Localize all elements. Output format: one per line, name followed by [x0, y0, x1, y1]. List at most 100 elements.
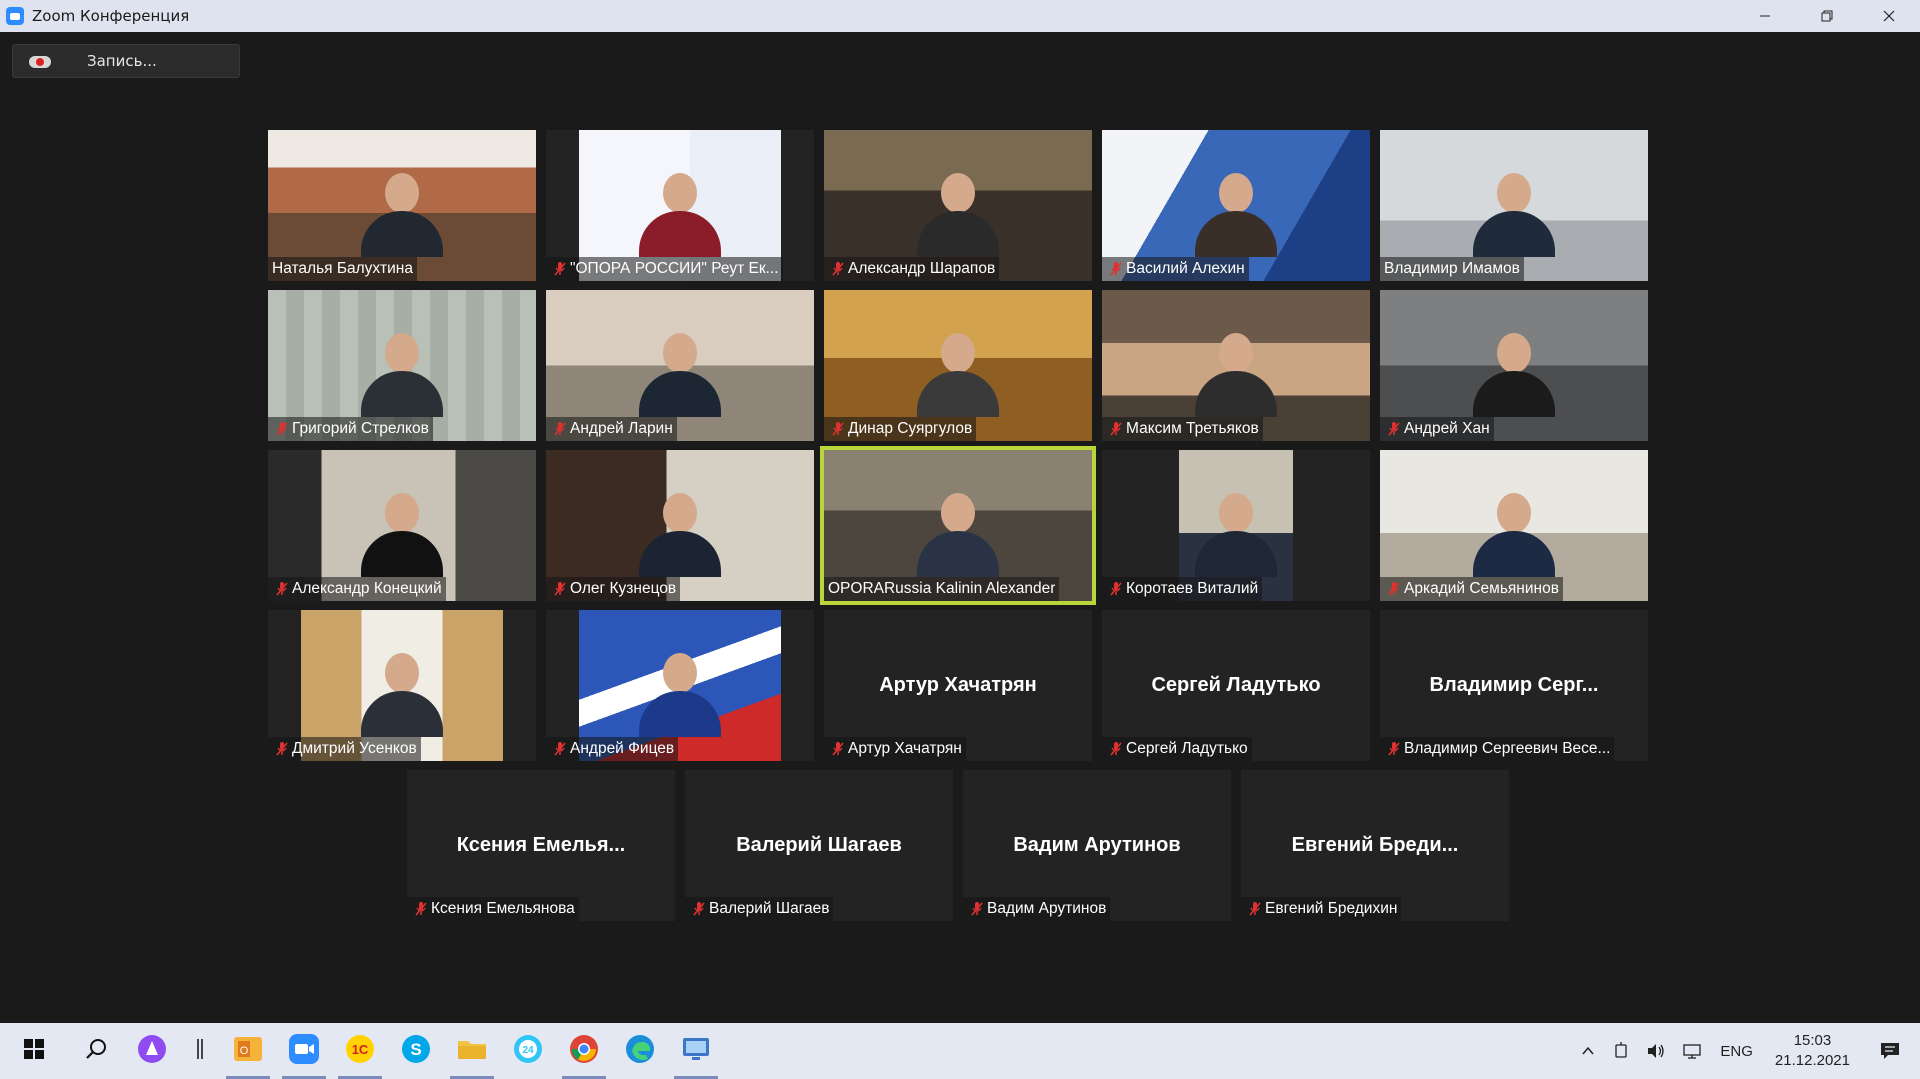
close-button[interactable] [1858, 0, 1920, 32]
svg-text:1С: 1С [352, 1042, 369, 1057]
notifications-button[interactable] [1864, 1023, 1920, 1079]
participant-name-label: Артур Хачатрян [824, 737, 966, 761]
participant-name-label: Василий Алехин [1102, 257, 1249, 281]
muted-mic-icon [1245, 899, 1265, 919]
folder-icon [456, 1033, 488, 1069]
title-bar: Zoom Конференция [0, 0, 1920, 32]
taskbar-search-button[interactable] [68, 1023, 124, 1079]
participant-figure [357, 647, 447, 737]
participant-name-label: Александр Конецкий [268, 577, 446, 601]
participant-name-label: Наталья Балухтина [268, 257, 417, 281]
participant-tile[interactable]: Григорий Стрелков [268, 290, 536, 441]
taskbar-remote-desktop-button[interactable] [668, 1023, 724, 1079]
participant-tile[interactable]: Андрей Ларин [546, 290, 814, 441]
volume-tray-button[interactable] [1638, 1023, 1674, 1079]
recording-indicator[interactable]: Запись... [12, 44, 240, 78]
close-icon [1883, 10, 1895, 22]
participant-tile[interactable]: Олег Кузнецов [546, 450, 814, 601]
participant-name-label: Владимир Сергеевич Весе... [1380, 737, 1615, 761]
muted-mic-icon [411, 899, 431, 919]
participant-name-text: Андрей Хан [1404, 420, 1490, 437]
participant-name-label: OPORARussia Kalinin Alexander [824, 577, 1060, 601]
taskbar-explorer-button[interactable] [444, 1023, 500, 1079]
device-icon [1615, 1042, 1628, 1058]
participant-tile[interactable]: Андрей Фицев [546, 610, 814, 761]
participant-tile[interactable]: Василий Алехин [1102, 130, 1370, 281]
participant-figure [635, 167, 725, 257]
outlook-icon: O [232, 1033, 264, 1069]
taskbar-1c-button[interactable]: 1С [332, 1023, 388, 1079]
power-tray-button[interactable] [1604, 1023, 1638, 1079]
participant-tile[interactable]: Аркадий Семьянинов [1380, 450, 1648, 601]
participant-name-text: Василий Алехин [1126, 260, 1245, 277]
network-icon [1683, 1044, 1702, 1059]
participant-name-text: Владимир Сергеевич Весе... [1404, 740, 1611, 757]
participant-tile[interactable]: Сергей Ладутько Сергей Ладутько [1102, 610, 1370, 761]
participant-figure [357, 487, 447, 577]
participant-name-label: Григорий Стрелков [268, 417, 433, 441]
participant-tile[interactable]: Андрей Хан [1380, 290, 1648, 441]
participant-name-text: Евгений Бредихин [1265, 900, 1398, 917]
taskbar-zoom-button[interactable] [276, 1023, 332, 1079]
chrome-icon [568, 1033, 600, 1069]
participant-display-name: Артур Хачатрян [879, 674, 1037, 696]
taskbar-skype-button[interactable]: S [388, 1023, 444, 1079]
participant-tile[interactable]: Ксения Емелья... Ксения Емельянова [407, 770, 675, 921]
show-hidden-icons-button[interactable] [1572, 1023, 1604, 1079]
taskbar-start-button[interactable] [0, 1023, 68, 1079]
muted-mic-icon [550, 419, 570, 439]
participant-display-name: Сергей Ладутько [1151, 674, 1321, 696]
participant-name-text: Андрей Ларин [570, 420, 673, 437]
restore-icon [1821, 10, 1833, 22]
muted-mic-icon [272, 419, 292, 439]
muted-mic-icon [550, 739, 570, 759]
participant-figure [635, 487, 725, 577]
participant-name-text: Владимир Имамов [1384, 260, 1520, 277]
participant-name-text: Наталья Балухтина [272, 260, 413, 277]
participant-name-label: Андрей Фицев [546, 737, 679, 761]
participant-tile[interactable]: Дмитрий Усенков [268, 610, 536, 761]
minimize-button[interactable] [1734, 0, 1796, 32]
participant-figure [1469, 327, 1559, 417]
participant-tile[interactable]: Владимир Имамов [1380, 130, 1648, 281]
clock-date: 21.12.2021 [1774, 1052, 1850, 1069]
participant-tile[interactable]: Вадим Арутинов Вадим Арутинов [963, 770, 1231, 921]
separator-icon [195, 1037, 205, 1065]
participant-figure [357, 327, 447, 417]
participant-name-text: Вадим Арутинов [987, 900, 1107, 917]
language-indicator[interactable]: ENG [1712, 1023, 1761, 1079]
restore-button[interactable] [1796, 0, 1858, 32]
participant-name-label: Евгений Бредихин [1241, 897, 1402, 921]
taskbar-bitrix24-button[interactable]: 24 [500, 1023, 556, 1079]
participant-name-text: Олег Кузнецов [570, 580, 677, 597]
participant-tile[interactable]: OPORARussia Kalinin Alexander [820, 446, 1096, 605]
participant-tile[interactable]: Динар Суяргулов [824, 290, 1092, 441]
svg-text:O: O [240, 1045, 249, 1057]
participant-tile[interactable]: Валерий Шагаев Валерий Шагаев [685, 770, 953, 921]
taskbar-chrome-button[interactable] [556, 1023, 612, 1079]
participant-figure [1469, 487, 1559, 577]
participant-name-label: Ксения Емельянова [407, 897, 579, 921]
taskbar-edge-button[interactable] [612, 1023, 668, 1079]
participant-tile[interactable]: "ОПОРА РОССИИ" Реут Ек... [546, 130, 814, 281]
participant-name-text: Ксения Емельянова [431, 900, 575, 917]
participant-name-label: Александр Шарапов [824, 257, 1000, 281]
participant-tile[interactable]: Владимир Серг... Владимир Сергеевич Весе.… [1380, 610, 1648, 761]
participant-name-text: Александр Шарапов [848, 260, 996, 277]
muted-mic-icon [1106, 579, 1126, 599]
participant-tile[interactable]: Александр Шарапов [824, 130, 1092, 281]
taskbar-outlook-button[interactable]: O [220, 1023, 276, 1079]
participant-name-label: Олег Кузнецов [546, 577, 681, 601]
participant-tile[interactable]: Александр Конецкий [268, 450, 536, 601]
participant-tile[interactable]: Артур Хачатрян Артур Хачатрян [824, 610, 1092, 761]
participant-tile[interactable]: Коротаев Виталий [1102, 450, 1370, 601]
clock[interactable]: 15:03 21.12.2021 [1761, 1023, 1864, 1079]
participant-display-name: Евгений Бреди... [1291, 834, 1459, 856]
taskbar-assistant-button[interactable] [124, 1023, 180, 1079]
taskbar-apps: O 1С S 24 [0, 1023, 724, 1079]
participant-name-label: Вадим Арутинов [963, 897, 1111, 921]
participant-tile[interactable]: Максим Третьяков [1102, 290, 1370, 441]
participant-tile[interactable]: Евгений Бреди... Евгений Бредихин [1241, 770, 1509, 921]
network-tray-button[interactable] [1674, 1023, 1712, 1079]
participant-tile[interactable]: Наталья Балухтина [268, 130, 536, 281]
